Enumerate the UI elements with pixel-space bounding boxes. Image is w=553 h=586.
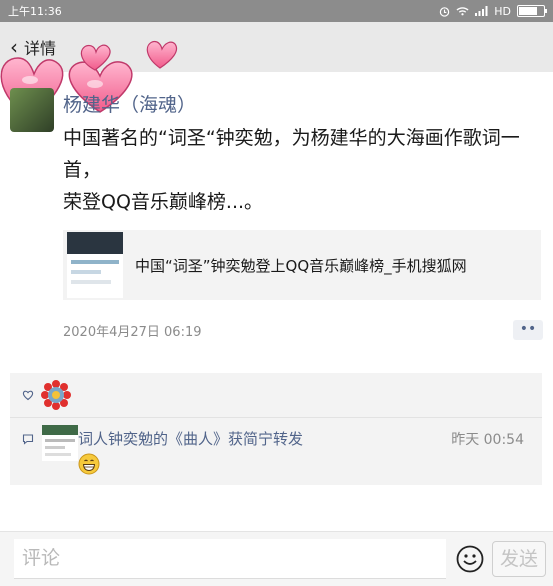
post-text: 中国著名的“词圣“钟奕勉，为杨建华的大海画作歌词一首， 荣登QQ音乐巅峰榜...… xyxy=(63,127,520,213)
author-avatar[interactable] xyxy=(10,88,54,132)
wifi-icon xyxy=(456,7,469,16)
status-icons: HD xyxy=(439,4,547,18)
comment-icon xyxy=(22,434,34,445)
liker-avatar[interactable] xyxy=(40,379,72,411)
author-name[interactable]: 杨建华（海魂） xyxy=(63,90,196,117)
status-time: 上午11:36 xyxy=(8,5,62,18)
commenter-avatar[interactable] xyxy=(42,425,78,461)
link-thumbnail xyxy=(67,232,123,298)
status-bar: 上午11:36 HD xyxy=(0,0,553,22)
network-label: HD xyxy=(494,4,511,18)
likes-row xyxy=(10,373,542,418)
alarm-icon xyxy=(440,6,450,17)
shared-link-card[interactable]: 中国“词圣”钟奕勉登上QQ音乐巅峰榜_手机搜狐网 xyxy=(63,230,541,300)
heart-outline-icon xyxy=(22,390,34,401)
comment-time: 昨天 00:54 xyxy=(451,432,524,448)
link-title: 中国“词圣”钟奕勉登上QQ音乐巅峰榜_手机搜狐网 xyxy=(135,256,467,275)
page-title: 详情 xyxy=(24,39,57,58)
grinning-face-icon xyxy=(78,453,100,475)
comment-author[interactable]: 词人钟奕勉的《曲人》获简宁转发 xyxy=(78,428,303,449)
battery-icon xyxy=(517,5,547,17)
interactions-panel: 词人钟奕勉的《曲人》获简宁转发 昨天 00:54 xyxy=(10,373,542,485)
comment-input[interactable] xyxy=(14,539,446,579)
emoji-icon[interactable] xyxy=(456,545,484,573)
signal-icon xyxy=(475,6,488,16)
back-button[interactable]: ‹ xyxy=(10,35,18,59)
send-button[interactable]: 发送 xyxy=(492,541,546,577)
comment-bar: 发送 xyxy=(0,531,553,586)
more-options-button[interactable]: •• xyxy=(513,320,543,340)
nav-bar: ‹ 详情 xyxy=(0,22,553,72)
post-timestamp: 2020年4月27日 06:19 xyxy=(63,325,202,340)
